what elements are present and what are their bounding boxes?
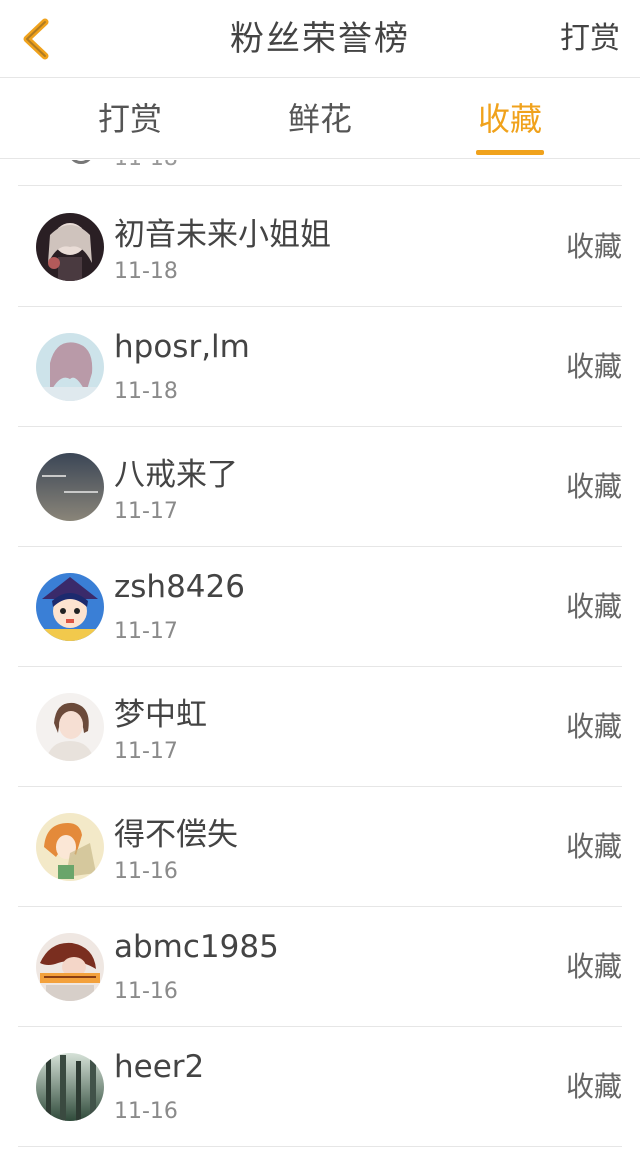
fan-name: 八戒来了	[114, 457, 238, 493]
tab-favorites[interactable]: 收藏	[430, 79, 590, 159]
fan-name: 得不偿失	[114, 817, 238, 853]
tab-reward[interactable]: 打赏	[50, 79, 210, 159]
avatar-image-icon	[36, 1053, 104, 1121]
fan-name: heer2	[114, 1049, 205, 1085]
avatar	[36, 1053, 104, 1121]
avatar	[36, 813, 104, 881]
list-item[interactable]: heer2 11-16 收藏	[18, 1027, 622, 1147]
tab-label: 打赏	[97, 100, 162, 138]
list-item[interactable]: 八戒来了 11-17 收藏	[18, 427, 622, 547]
list-item[interactable]: 得不偿失 11-16 收藏	[18, 787, 622, 907]
avatar-image-icon	[36, 213, 104, 281]
fan-action: 收藏	[565, 710, 622, 743]
fan-name: zsh8426	[114, 569, 245, 605]
fan-action: 收藏	[565, 830, 622, 863]
avatar	[36, 453, 104, 521]
fan-name: abmc1985	[114, 929, 279, 965]
fan-date: 11-18	[114, 259, 178, 284]
fan-action: 收藏	[565, 350, 622, 383]
avatar-image-icon	[36, 573, 104, 641]
avatar-image-icon	[36, 453, 104, 521]
fan-action: 收藏	[565, 1070, 622, 1103]
avatar	[36, 933, 104, 1001]
avatar-image-icon	[36, 933, 104, 1001]
active-tab-indicator	[476, 150, 544, 155]
list-item[interactable]: 梦中虹 11-17 收藏	[18, 667, 622, 787]
fan-date: 11-18	[114, 160, 178, 171]
fan-date: 11-17	[114, 619, 178, 644]
fan-date: 11-16	[114, 1099, 178, 1124]
tab-label: 收藏	[477, 100, 542, 138]
avatar-image-icon	[36, 813, 104, 881]
fan-action: 收藏	[565, 470, 622, 503]
avatar-image-icon	[36, 333, 104, 401]
fan-date: 11-16	[114, 859, 178, 884]
fan-name: 初音未来小姐姐	[114, 217, 331, 253]
avatar	[36, 693, 104, 761]
fan-action: 收藏	[565, 230, 622, 263]
fan-action: 收藏	[565, 590, 622, 623]
tab-flowers[interactable]: 鲜花	[240, 79, 400, 159]
list-item[interactable]: zsh8426 11-17 收藏	[18, 547, 622, 667]
list-item[interactable]: abmc1985 11-16 收藏	[18, 907, 622, 1027]
list-item-partial: 11-18	[18, 160, 622, 186]
page-title: 粉丝荣誉榜	[230, 19, 410, 59]
fan-name: hposr,lm	[114, 329, 250, 365]
tab-bar: 打赏 鲜花 收藏	[0, 79, 640, 159]
avatar	[36, 213, 104, 281]
avatar	[36, 333, 104, 401]
fan-date: 11-18	[114, 379, 178, 404]
list-item[interactable]: 初音未来小姐姐 11-18 收藏	[18, 187, 622, 307]
fan-action: 收藏	[565, 950, 622, 983]
avatar	[36, 573, 104, 641]
fan-date: 11-17	[114, 739, 178, 764]
list-item[interactable]: hposr,lm 11-18 收藏	[18, 307, 622, 427]
fan-list[interactable]: 11-18 初音未来小姐姐 11-18 收藏 hposr,lm	[0, 160, 640, 1160]
reward-button[interactable]: 打赏	[560, 0, 620, 78]
fan-date: 11-16	[114, 979, 178, 1004]
avatar-image-icon	[36, 693, 104, 761]
top-bar: 粉丝荣誉榜 打赏	[0, 0, 640, 78]
fan-date: 11-17	[114, 499, 178, 524]
tab-label: 鲜花	[287, 100, 352, 138]
avatar	[68, 160, 94, 164]
fan-name: 梦中虹	[114, 697, 207, 733]
